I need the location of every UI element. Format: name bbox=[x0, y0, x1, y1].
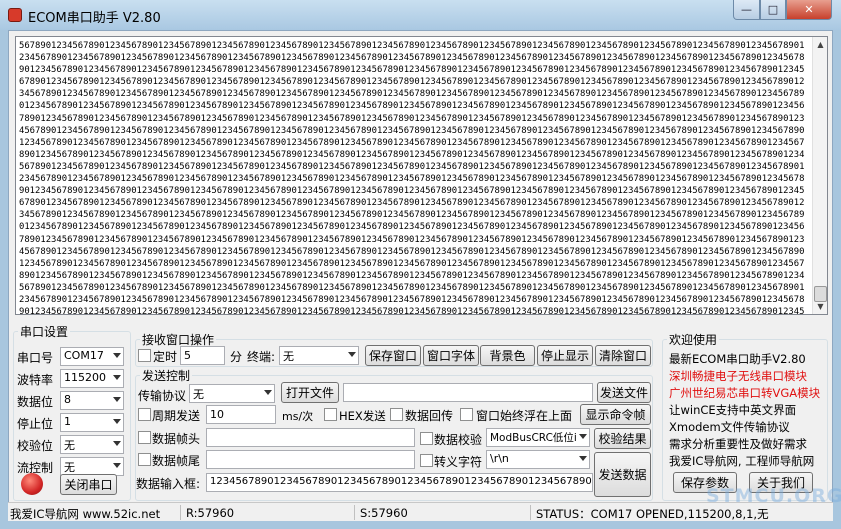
terminal-label: 终端: bbox=[247, 350, 276, 364]
databits-label: 数据位 bbox=[17, 395, 54, 409]
protocol-select[interactable]: 无 bbox=[189, 384, 275, 403]
chevron-down-icon bbox=[264, 390, 272, 395]
chevron-down-icon bbox=[579, 456, 587, 461]
data-echo-checkbox[interactable] bbox=[390, 408, 403, 421]
app-icon bbox=[8, 8, 22, 22]
status-connection: STATUS：COM17 OPENED,115200,8,1,无 bbox=[536, 507, 769, 521]
open-file-button[interactable]: 打开文件 bbox=[281, 382, 339, 403]
close-button[interactable]: ✕ bbox=[786, 0, 832, 20]
frame-tail-checkbox[interactable] bbox=[138, 453, 151, 466]
status-site: 我爱IC导航网 www.52ic.net bbox=[10, 507, 161, 521]
escape-select[interactable]: \r\n bbox=[486, 450, 590, 469]
port-label: 串口号 bbox=[17, 351, 54, 365]
status-tx-count: S:57960 bbox=[360, 506, 408, 520]
receive-textarea[interactable]: 5678901234567890123456789012345678901234… bbox=[15, 36, 828, 315]
escape-label: 转义字符 bbox=[434, 455, 483, 469]
timer-input[interactable]: 5 bbox=[180, 346, 225, 365]
port-status-indicator-icon bbox=[21, 473, 43, 495]
stopbits-select[interactable]: 1 bbox=[60, 413, 124, 432]
file-path-input[interactable] bbox=[343, 383, 593, 402]
title-bar: ECOM串口助手 V2.80 — □ ✕ bbox=[0, 0, 841, 30]
receive-text: 5678901234567890123456789012345678901234… bbox=[19, 41, 805, 314]
stopbits-label: 停止位 bbox=[17, 417, 54, 431]
stop-display-button[interactable]: 停止显示 bbox=[537, 345, 593, 366]
timer-checkbox[interactable] bbox=[138, 349, 151, 362]
parity-select[interactable]: 无 bbox=[60, 435, 124, 454]
save-window-button[interactable]: 保存窗口 bbox=[365, 345, 421, 366]
escape-checkbox[interactable] bbox=[420, 454, 433, 467]
vertical-scrollbar[interactable]: ▲ ▼ bbox=[812, 37, 827, 314]
maximize-button[interactable]: □ bbox=[760, 0, 786, 20]
baud-label: 波特率 bbox=[17, 373, 54, 387]
databits-select[interactable]: 8 bbox=[60, 391, 124, 410]
always-on-top-label: 窗口始终浮在上面 bbox=[476, 409, 573, 423]
welcome-legend: 欢迎使用 bbox=[669, 333, 718, 347]
main-client-area: 5678901234567890123456789012345678901234… bbox=[8, 30, 841, 521]
checksum-label: 数据校验 bbox=[434, 433, 483, 447]
terminal-select[interactable]: 无 bbox=[279, 346, 359, 365]
welcome-link-2[interactable]: 深圳畅捷电子无线串口模块 bbox=[669, 368, 807, 384]
hex-send-checkbox[interactable] bbox=[324, 408, 337, 421]
always-on-top-checkbox[interactable] bbox=[460, 408, 473, 421]
status-rx-count: R:57960 bbox=[186, 506, 235, 520]
chevron-down-icon bbox=[113, 375, 121, 380]
minimize-button[interactable]: — bbox=[733, 0, 760, 20]
input-label: 数据输入框: bbox=[136, 477, 201, 491]
periodic-send-label: 周期发送 bbox=[152, 409, 201, 423]
frame-tail-label: 数据帧尾 bbox=[152, 454, 201, 468]
chevron-down-icon bbox=[113, 463, 121, 468]
minute-label: 分 bbox=[230, 350, 243, 364]
checksum-result-button[interactable]: 校验结果 bbox=[594, 428, 651, 449]
close-port-button[interactable]: 关闭串口 bbox=[60, 474, 117, 495]
protocol-label: 传输协议 bbox=[138, 389, 187, 403]
checksum-select[interactable]: ModBusCRC低位i bbox=[486, 428, 590, 447]
serial-settings-legend: 串口设置 bbox=[20, 325, 69, 339]
welcome-link-7[interactable]: 我爱IC导航网, 工程师导航网 bbox=[669, 453, 814, 469]
chevron-down-icon bbox=[348, 352, 356, 357]
show-commands-button[interactable]: 显示命令帧 bbox=[580, 404, 651, 425]
welcome-link-6[interactable]: 需求分析重要性及做好需求 bbox=[669, 436, 807, 452]
checksum-checkbox[interactable] bbox=[420, 432, 433, 445]
welcome-link-3[interactable]: 广州世纪易芯串口转VGA模块 bbox=[669, 385, 820, 401]
window-font-button[interactable]: 窗口字体 bbox=[423, 345, 479, 366]
timer-label: 定时 bbox=[153, 350, 178, 364]
welcome-link-5[interactable]: Xmodem文件传输协议 bbox=[669, 419, 790, 435]
window-title: ECOM串口助手 V2.80 bbox=[28, 11, 161, 26]
welcome-links: 最新ECOM串口助手V2.80 深圳畅捷电子无线串口模块 广州世纪易芯串口转VG… bbox=[669, 351, 825, 471]
chevron-down-icon bbox=[579, 434, 587, 439]
data-input[interactable]: 1234567890123456789012345678901234567890… bbox=[206, 473, 593, 492]
background-color-button[interactable]: 背景色 bbox=[480, 345, 535, 366]
send-control-legend: 发送控制 bbox=[142, 369, 191, 383]
baud-select[interactable]: 115200 bbox=[60, 369, 124, 388]
scroll-down-icon[interactable]: ▼ bbox=[813, 299, 828, 314]
send-file-button[interactable]: 发送文件 bbox=[597, 382, 651, 403]
clear-window-button[interactable]: 清除窗口 bbox=[595, 345, 651, 366]
parity-label: 校验位 bbox=[17, 439, 54, 453]
period-unit: ms/次 bbox=[282, 410, 314, 423]
chevron-down-icon bbox=[113, 397, 121, 402]
scroll-up-icon[interactable]: ▲ bbox=[813, 37, 828, 52]
status-bar: 我爱IC导航网 www.52ic.net R:57960 S:57960 STA… bbox=[8, 502, 833, 521]
periodic-send-checkbox[interactable] bbox=[138, 408, 151, 421]
send-data-button[interactable]: 发送数据 bbox=[594, 452, 651, 497]
chevron-down-icon bbox=[113, 441, 121, 446]
frame-head-checkbox[interactable] bbox=[138, 431, 151, 444]
chevron-down-icon bbox=[113, 419, 121, 424]
status-divider bbox=[530, 505, 531, 520]
status-divider bbox=[354, 505, 355, 520]
hex-send-label: HEX发送 bbox=[339, 409, 386, 423]
status-divider bbox=[180, 505, 181, 520]
period-input[interactable]: 10 bbox=[206, 405, 276, 424]
port-select[interactable]: COM17 bbox=[60, 347, 124, 366]
chevron-down-icon bbox=[113, 353, 121, 358]
data-echo-label: 数据回传 bbox=[405, 409, 454, 423]
welcome-link-1[interactable]: 最新ECOM串口助手V2.80 bbox=[669, 351, 806, 367]
frame-head-label: 数据帧头 bbox=[152, 432, 201, 446]
welcome-link-4[interactable]: 让winCE支持中英文界面 bbox=[669, 402, 796, 418]
frame-head-input[interactable] bbox=[206, 428, 415, 447]
frame-tail-input[interactable] bbox=[206, 450, 415, 469]
